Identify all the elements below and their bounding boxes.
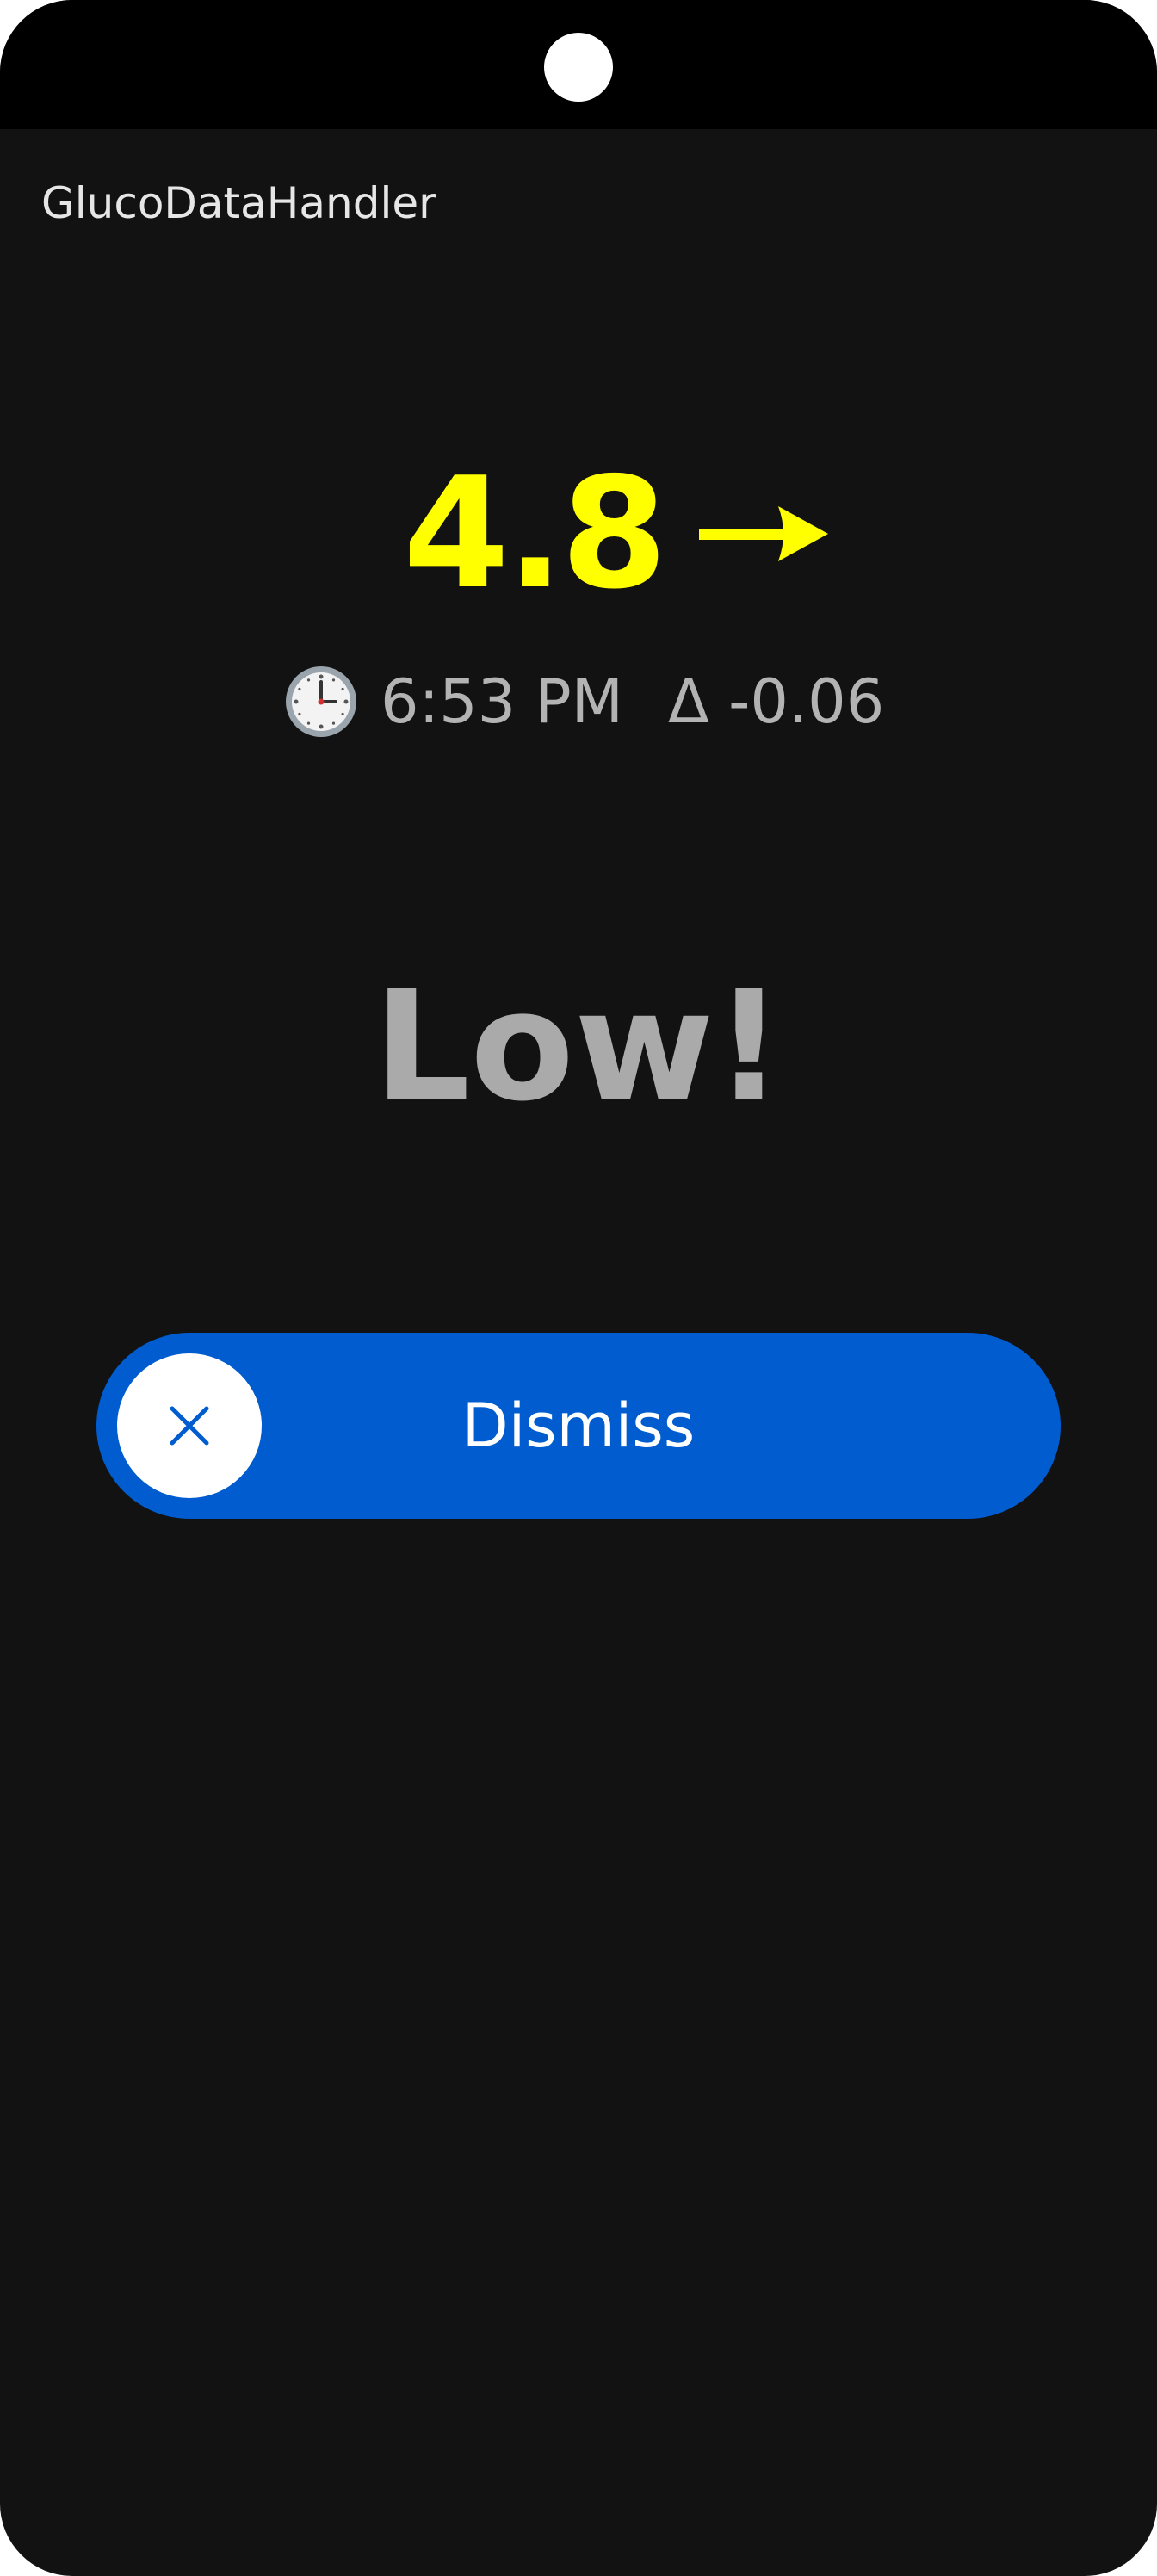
clock-icon [286, 666, 356, 737]
glucose-value: 4.8 [403, 444, 667, 622]
reading-time: 6:53 PM [381, 666, 624, 737]
glucose-reading: 4.8 [0, 448, 1157, 620]
alarm-label: Low! [374, 958, 783, 1135]
app-title: GlucoDataHandler [41, 178, 436, 228]
reading-delta: Δ -0.06 [668, 666, 885, 737]
phone-screen: GlucoDataHandler 4.8 6:53 PM Δ -0.06 Low… [0, 0, 1157, 2576]
arrow-right-icon [699, 506, 828, 561]
dismiss-handle[interactable] [117, 1353, 262, 1498]
status-bar [0, 0, 1157, 129]
close-icon [170, 1406, 209, 1446]
dismiss-slider[interactable]: Dismiss [96, 1333, 1061, 1519]
reading-meta: 6:53 PM Δ -0.06 [0, 665, 1157, 742]
camera-cutout [544, 33, 613, 102]
